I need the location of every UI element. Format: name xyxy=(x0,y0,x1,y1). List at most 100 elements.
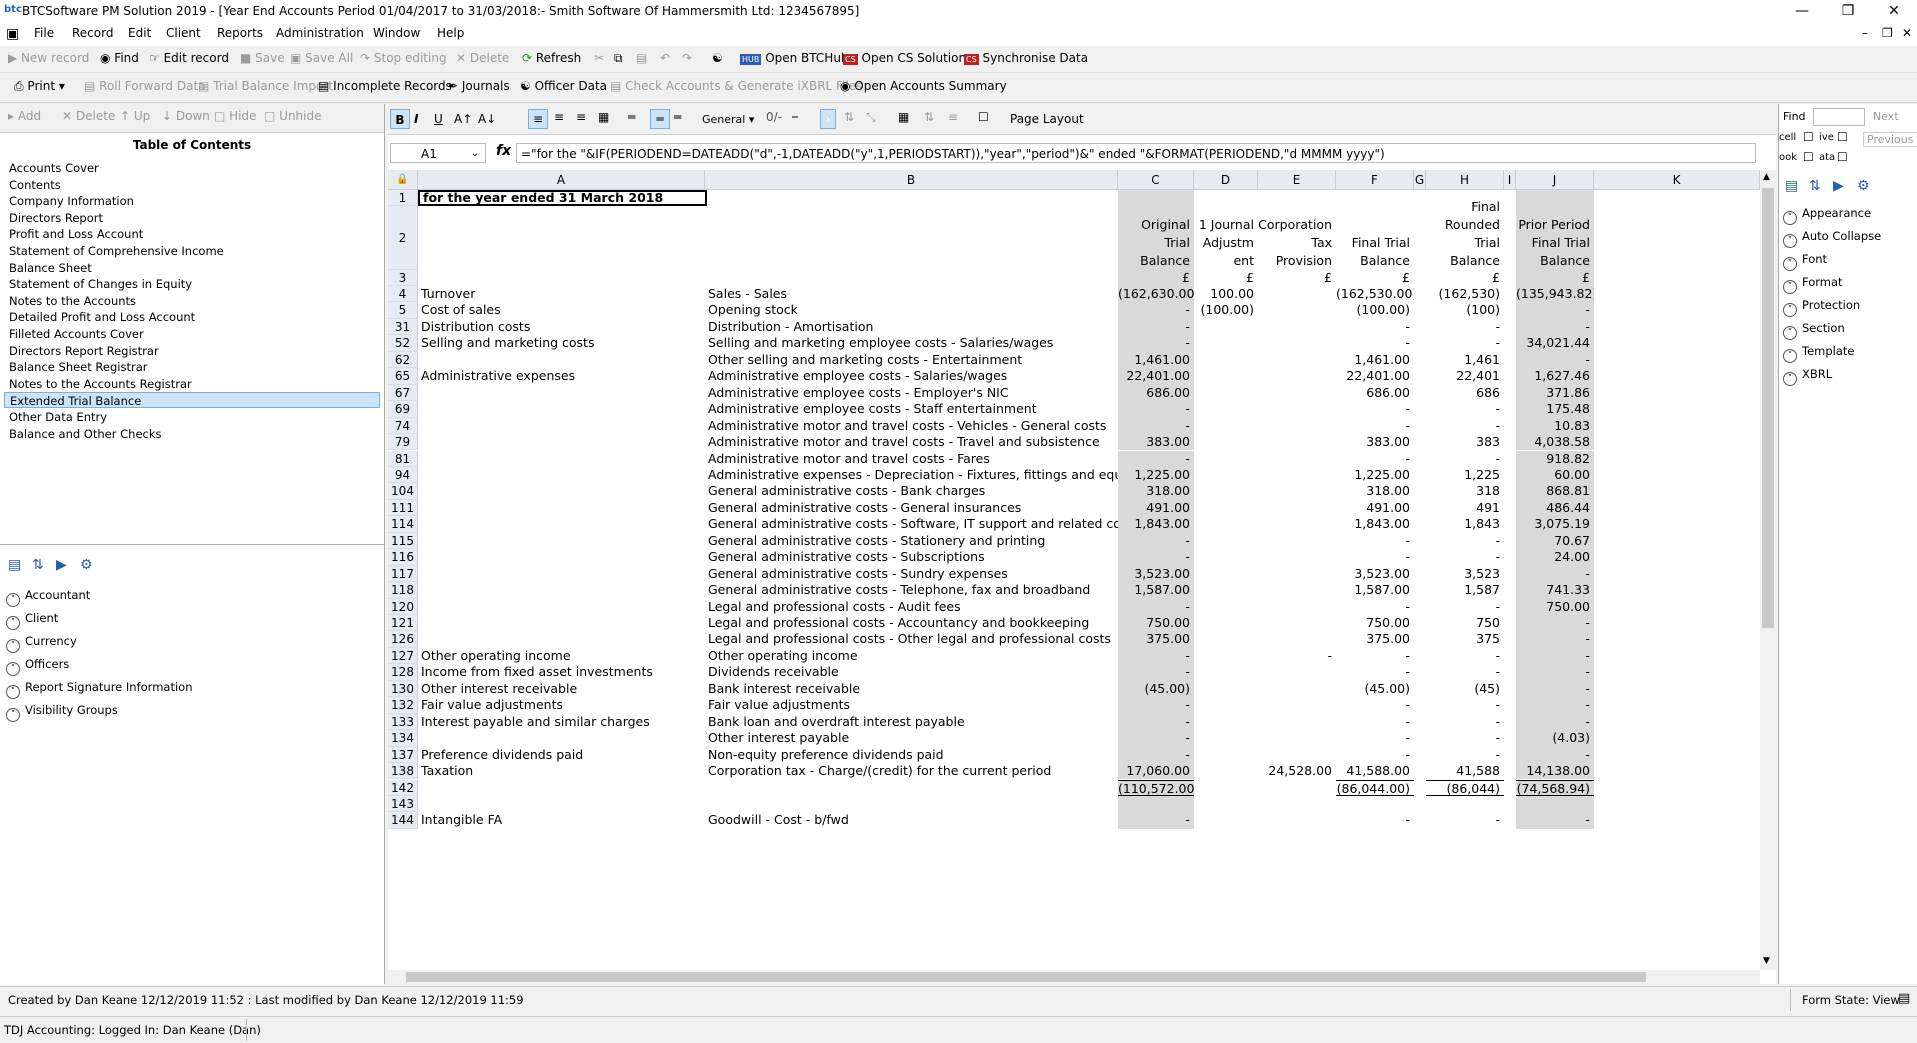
cell-h-130[interactable]: (45) xyxy=(1426,681,1504,697)
cell-f-117[interactable]: 3,523.00 xyxy=(1336,566,1414,582)
expand-icon[interactable]: ˅ xyxy=(1783,280,1797,294)
vertical-scrollbar[interactable]: ▲ ▼ xyxy=(1760,170,1776,970)
row-header[interactable]: 79 xyxy=(388,434,418,451)
cell-b-118[interactable]: General administrative costs - Telephone… xyxy=(705,582,1118,598)
row-header[interactable]: 52 xyxy=(388,335,418,352)
row-header[interactable]: 127 xyxy=(388,647,418,665)
property-group[interactable]: ˅ Section xyxy=(1783,321,1845,340)
currency-cell[interactable]: £ xyxy=(1426,270,1504,286)
row-header[interactable]: 144 xyxy=(388,812,418,829)
cell-c-116[interactable]: - xyxy=(1118,549,1194,565)
expand-icon[interactable]: ˅ xyxy=(1783,257,1797,271)
row-header[interactable]: 132 xyxy=(388,697,418,714)
cell-h-74[interactable]: - xyxy=(1426,418,1504,434)
merge-cells-icon[interactable]: ▦ xyxy=(598,110,609,124)
cell-j-121[interactable]: - xyxy=(1516,615,1594,631)
column-heading-f[interactable]: Final Trial Balance xyxy=(1336,206,1414,270)
cell-b-5[interactable]: Opening stock xyxy=(705,302,1118,318)
page-layout-checkbox[interactable]: ☐ xyxy=(978,110,989,124)
property-group[interactable]: ˅ Font xyxy=(1783,252,1827,271)
column-header-k[interactable]: K xyxy=(1594,170,1760,190)
cell-c-130[interactable]: (45.00) xyxy=(1118,681,1194,697)
cell-a-31[interactable]: Distribution costs xyxy=(418,319,705,335)
cell-h-31[interactable]: - xyxy=(1426,319,1504,335)
cell-a-4[interactable]: Turnover xyxy=(418,286,705,302)
cell-j-132[interactable]: - xyxy=(1516,697,1594,713)
column-header-c[interactable]: C xyxy=(1118,170,1194,190)
cell-h-67[interactable]: 686 xyxy=(1426,385,1504,401)
app-menu-icon[interactable]: ▣ xyxy=(6,26,19,42)
toc-item[interactable]: Statement of Comprehensive Income xyxy=(4,243,380,259)
cell-h-69[interactable]: - xyxy=(1426,401,1504,417)
cell-j-126[interactable]: - xyxy=(1516,631,1594,647)
row-header[interactable]: 120 xyxy=(388,598,418,615)
expand-icon[interactable]: ˅ xyxy=(6,685,20,699)
column-header-i[interactable]: I xyxy=(1504,170,1516,190)
cell-h-79[interactable]: 383 xyxy=(1426,434,1504,450)
row-header[interactable]: 62 xyxy=(388,351,418,369)
toc-item[interactable]: Directors Report Registrar xyxy=(4,343,380,359)
cell-h-4[interactable]: (162,530) xyxy=(1426,286,1504,302)
menu-client[interactable]: Client xyxy=(166,26,201,40)
cell-h-132[interactable]: - xyxy=(1426,697,1504,713)
cell-b-137[interactable]: Non-equity preference dividends paid xyxy=(705,747,1118,763)
property-group[interactable]: ˅ Appearance xyxy=(1783,206,1871,225)
cell-b-117[interactable]: General administrative costs - Sundry ex… xyxy=(705,566,1118,582)
cell-c-138[interactable]: 17,060.00 xyxy=(1118,763,1194,779)
toc-item[interactable]: Balance Sheet xyxy=(4,260,380,276)
formula-input[interactable]: ="for the "&IF(PERIODEND=DATEADD("d",-1,… xyxy=(516,143,1756,163)
column-header-e[interactable]: E xyxy=(1258,170,1336,190)
cell-h-134[interactable]: - xyxy=(1426,730,1504,746)
cell-j-31[interactable]: - xyxy=(1516,319,1594,335)
cell-b-116[interactable]: General administrative costs - Subscript… xyxy=(705,549,1118,565)
row-header[interactable]: 104 xyxy=(388,483,418,500)
cell-h-104[interactable]: 318 xyxy=(1426,483,1504,499)
property-group[interactable]: ˅ Template xyxy=(1783,344,1854,363)
cell-c-127[interactable]: - xyxy=(1118,648,1194,664)
cell-c-120[interactable]: - xyxy=(1118,599,1194,615)
grow-icon[interactable]: ⇅ xyxy=(844,110,854,124)
expand-icon[interactable]: ˅ xyxy=(1783,349,1797,363)
column-header-b[interactable]: B xyxy=(705,170,1118,190)
fx-icon[interactable]: fx xyxy=(496,143,511,159)
paste-icon[interactable]: ▤ xyxy=(636,51,647,65)
cell-d-4[interactable]: 100.00 xyxy=(1194,286,1258,302)
valign-bottom-icon[interactable]: ═ xyxy=(674,110,681,124)
toc-item[interactable]: Profit and Loss Account xyxy=(4,226,380,242)
cell-j-144[interactable]: - xyxy=(1516,812,1594,828)
expand-icon[interactable]: ˅ xyxy=(1783,326,1797,340)
delete-button[interactable]: ✕ Delete xyxy=(456,51,509,65)
toc-item[interactable]: Contents xyxy=(4,177,380,193)
cell-b-121[interactable]: Legal and professional costs - Accountan… xyxy=(705,615,1118,631)
italic-icon[interactable]: I xyxy=(414,112,418,126)
cell-c-74[interactable]: - xyxy=(1118,418,1194,434)
property-group[interactable]: ˅ Auto Collapse xyxy=(1783,229,1881,248)
cell-a-65[interactable]: Administrative expenses xyxy=(418,368,705,384)
row-header[interactable]: 116 xyxy=(388,549,418,566)
cell-f-31[interactable]: - xyxy=(1336,319,1414,335)
cell-b-130[interactable]: Bank interest receivable xyxy=(705,681,1118,697)
align-right-icon[interactable]: ≡ xyxy=(576,110,586,124)
cell-b-127[interactable]: Other operating income xyxy=(705,648,1118,664)
cell-f-144[interactable]: - xyxy=(1336,812,1414,828)
cell-b-104[interactable]: General administrative costs - Bank char… xyxy=(705,483,1118,499)
open-btchub-button[interactable]: HUB Open BTCHub xyxy=(740,51,849,65)
toc-item[interactable]: Notes to the Accounts Registrar xyxy=(4,376,380,392)
cell-j-114[interactable]: 3,075.19 xyxy=(1516,516,1594,532)
cell-f-104[interactable]: 318.00 xyxy=(1336,483,1414,499)
expand-icon[interactable]: ˅ xyxy=(1783,234,1797,248)
events-icon[interactable]: ⚙ xyxy=(1857,178,1870,194)
menu-edit[interactable]: Edit xyxy=(128,26,151,40)
mdi-restore-icon[interactable]: ❐ xyxy=(1882,26,1893,40)
cell-c-126[interactable]: 375.00 xyxy=(1118,631,1194,647)
toc-add-button[interactable]: ▸ Add xyxy=(8,109,41,123)
expand-icon[interactable]: ˅ xyxy=(1783,372,1797,386)
currency-cell[interactable]: £ xyxy=(1516,270,1594,286)
cell-h-111[interactable]: 491 xyxy=(1426,500,1504,516)
cell-j-116[interactable]: 24.00 xyxy=(1516,549,1594,565)
cell-c-5[interactable]: - xyxy=(1118,302,1194,318)
find-option-cell-checkbox[interactable]: ☐ xyxy=(1803,130,1814,144)
check-accounts-button[interactable]: ▤ Check Accounts & Generate iXBRL Files xyxy=(610,79,862,93)
cell-j-115[interactable]: 70.67 xyxy=(1516,533,1594,549)
cell-f-81[interactable]: - xyxy=(1336,451,1414,467)
